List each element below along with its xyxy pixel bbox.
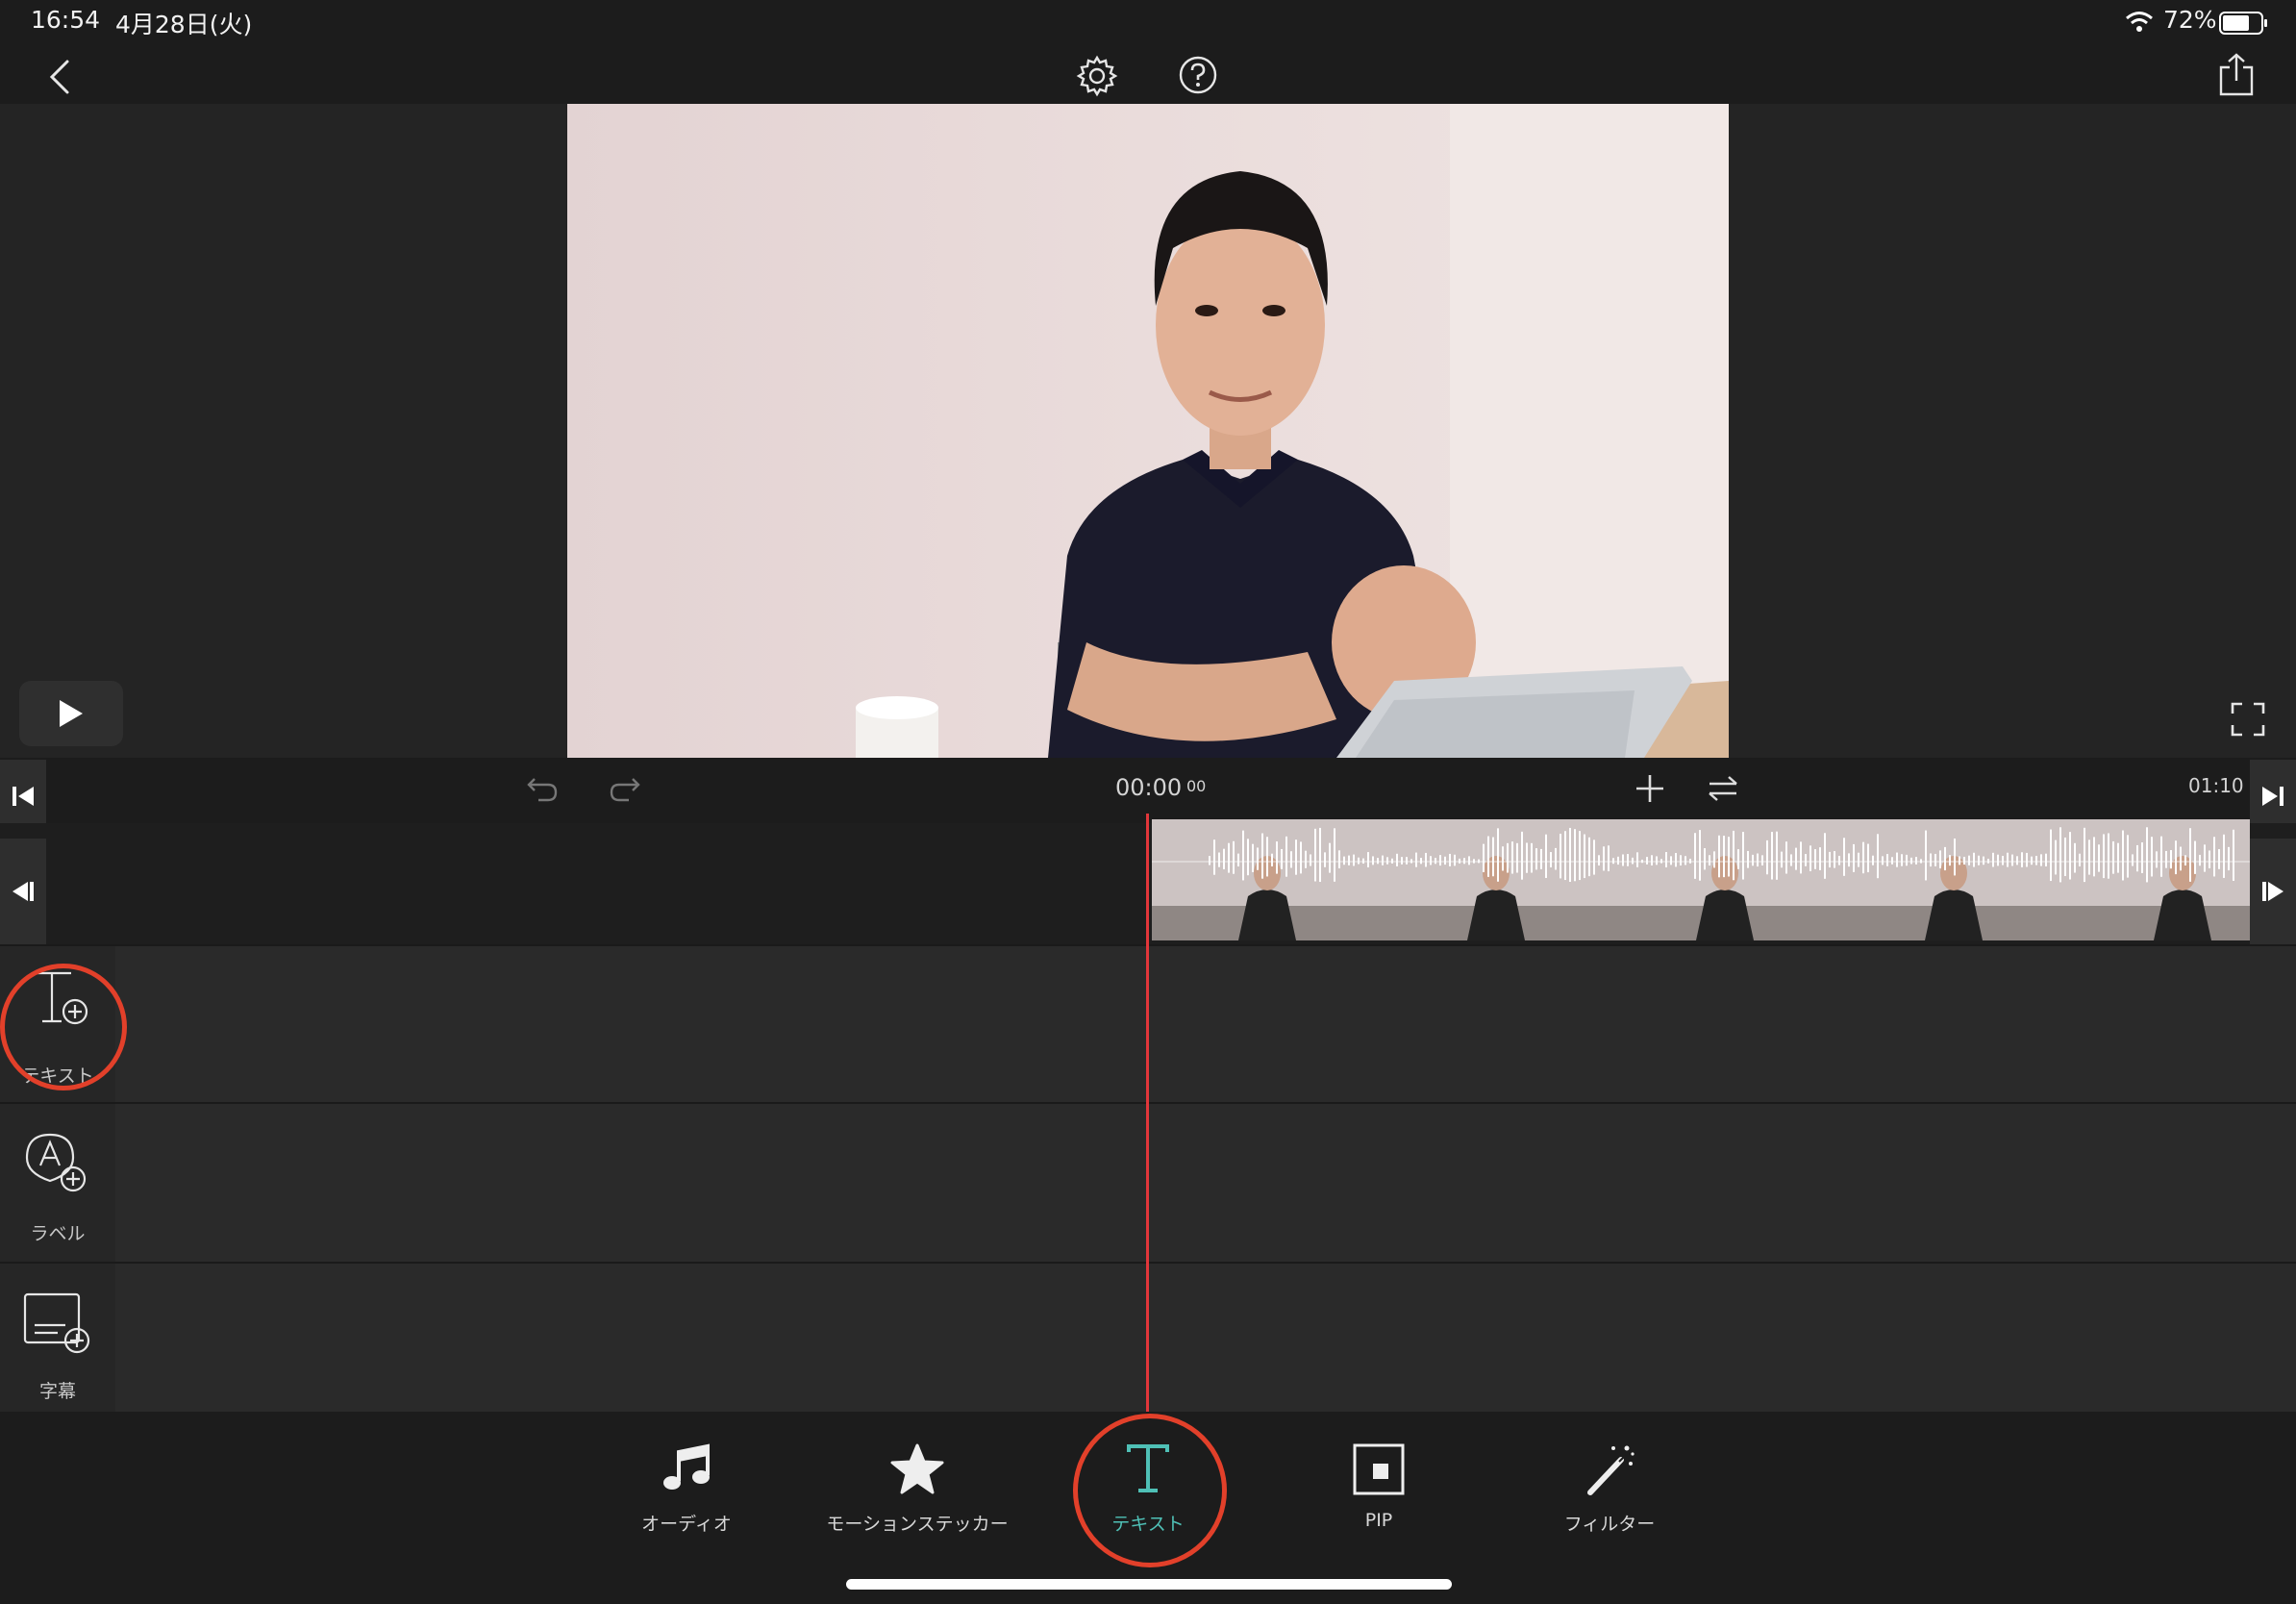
gear-icon[interactable]	[1075, 54, 1119, 98]
status-date: 4月28日(火)	[115, 11, 253, 38]
magic-wand-icon	[1494, 1442, 1725, 1496]
top-toolbar	[0, 44, 2296, 104]
tool-label-motion-sticker: モーションステッカー	[826, 1514, 1009, 1535]
music-note-icon	[571, 1442, 802, 1496]
annotation-ring-text-layer	[0, 964, 127, 1090]
pip-icon	[1263, 1442, 1494, 1496]
back-chevron-icon[interactable]	[42, 58, 75, 96]
tool-pip[interactable]: PIP	[1263, 1442, 1494, 1548]
fullscreen-icon[interactable]	[2231, 702, 2265, 737]
share-icon[interactable]	[2217, 52, 2256, 98]
tool-label-pip: PIP	[1364, 1510, 1393, 1531]
play-icon	[58, 698, 85, 729]
next-frame-button[interactable]	[2250, 839, 2296, 944]
audio-waveform	[1152, 827, 2250, 883]
status-time: 16:54	[31, 6, 101, 34]
subtitle-add-icon	[23, 1292, 92, 1356]
playhead[interactable]	[1146, 814, 1149, 1412]
video-preview[interactable]	[567, 104, 1729, 758]
tool-motion-sticker[interactable]: モーションステッカー	[802, 1442, 1033, 1548]
annotation-ring-text-tool	[1073, 1414, 1227, 1567]
label-add-icon	[23, 1131, 92, 1198]
star-sticker-icon	[802, 1442, 1033, 1496]
skip-end-icon	[2260, 785, 2285, 808]
video-clip[interactable]	[1152, 819, 2250, 940]
subtitle-layer-button[interactable]: 字幕	[0, 1264, 115, 1414]
undo-icon[interactable]	[527, 775, 560, 802]
play-button[interactable]	[19, 681, 123, 746]
help-icon[interactable]	[1177, 54, 1219, 96]
current-time: 00:00	[1115, 774, 1183, 801]
tool-label-audio: オーディオ	[641, 1514, 732, 1535]
step-forward-icon	[2260, 880, 2285, 903]
redo-icon[interactable]	[608, 775, 640, 802]
skip-start-icon	[11, 785, 36, 808]
wifi-icon	[2125, 10, 2154, 33]
skip-to-end-button[interactable]	[2250, 760, 2296, 833]
tool-audio[interactable]: オーディオ	[571, 1442, 802, 1548]
tool-filter[interactable]: フィルター	[1494, 1442, 1725, 1548]
swap-icon[interactable]	[1708, 773, 1738, 804]
status-bar: 16:54 4月28日(火) 72%	[0, 0, 2296, 44]
home-indicator[interactable]	[846, 1579, 1452, 1590]
layer-label-label: ラベル	[30, 1223, 86, 1244]
tool-label-filter: フィルター	[1563, 1514, 1656, 1535]
current-frames: 00	[1186, 777, 1207, 795]
battery-percent: 72%	[2163, 6, 2217, 34]
add-clip-icon[interactable]	[1635, 773, 1665, 804]
label-layer-button[interactable]: ラベル	[0, 1104, 115, 1262]
total-time: 01:10	[2188, 774, 2244, 797]
step-back-icon	[11, 880, 36, 903]
battery-icon	[2219, 12, 2269, 35]
layer-label-subtitle: 字幕	[38, 1381, 76, 1402]
previous-frame-button[interactable]	[0, 839, 46, 944]
skip-to-start-button[interactable]	[0, 760, 46, 833]
